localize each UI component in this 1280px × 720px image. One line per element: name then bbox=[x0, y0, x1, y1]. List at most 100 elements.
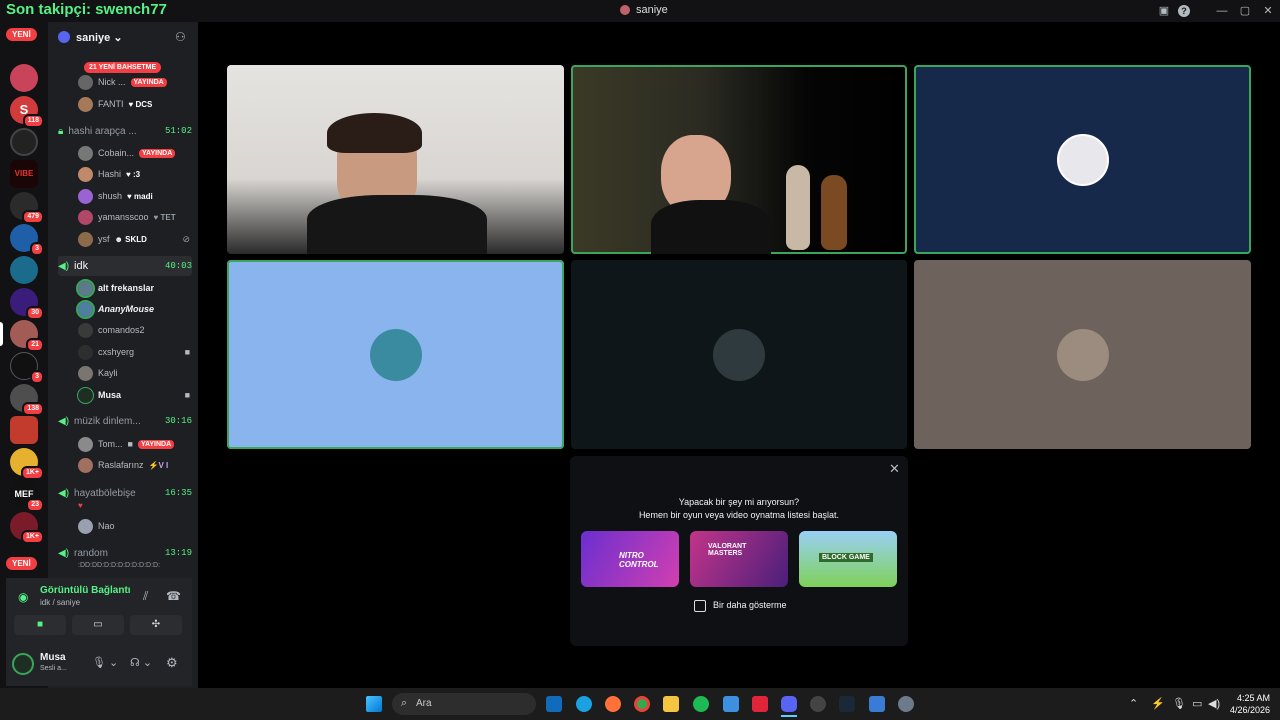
self-avatar[interactable] bbox=[12, 653, 34, 675]
badge: 3 bbox=[30, 370, 44, 384]
video-tile-webcam-2[interactable] bbox=[571, 65, 907, 254]
voice-user[interactable]: Hashi ♥ :3 bbox=[78, 165, 190, 183]
voice-user[interactable]: ysf ☻ SKLD ⊘ bbox=[78, 230, 190, 248]
spotify-icon[interactable] bbox=[693, 696, 709, 712]
microphone-icon[interactable]: 🎙︎ ⌄ bbox=[92, 656, 118, 669]
windows-start-icon[interactable] bbox=[366, 696, 382, 712]
app-icon[interactable] bbox=[723, 696, 739, 712]
voice-user[interactable]: Raslafarınz ⚡V I bbox=[78, 456, 190, 474]
voice-user[interactable]: Cobain... YAYINDA bbox=[78, 144, 190, 162]
taskbar-search[interactable]: ⌕ Ara bbox=[392, 693, 536, 715]
voice-user[interactable]: cxshyerg ■ bbox=[78, 343, 190, 361]
new-badge-top[interactable]: YENİ bbox=[6, 28, 37, 41]
server-avatar[interactable]: 138 bbox=[10, 384, 44, 416]
server-simpsons[interactable]: 1K+ bbox=[10, 448, 44, 480]
voice-user[interactable]: Nao bbox=[78, 517, 190, 535]
firefox-icon[interactable] bbox=[605, 696, 621, 712]
app-icon[interactable] bbox=[869, 696, 885, 712]
server-snow[interactable] bbox=[10, 256, 38, 284]
voice-channel-muzik[interactable]: ◀︎) müzik dinlem... 30:16 bbox=[58, 412, 192, 430]
screen-share-button[interactable]: ▭ bbox=[72, 615, 124, 635]
add-user-icon[interactable]: ⚇ bbox=[175, 30, 186, 44]
mentions-banner[interactable]: 21 YENİ BAHSETME bbox=[84, 62, 162, 73]
settings-icon[interactable] bbox=[898, 696, 914, 712]
guild-name[interactable]: saniye ⌄ bbox=[76, 31, 123, 44]
avatar bbox=[76, 278, 95, 298]
self-name[interactable]: Musa bbox=[40, 652, 66, 663]
activity-card[interactable]: BLOCK GAME bbox=[799, 531, 897, 587]
server-circle[interactable] bbox=[10, 128, 38, 156]
dont-show-checkbox[interactable] bbox=[694, 600, 706, 612]
user-avatar bbox=[1056, 328, 1109, 381]
voice-channel-hashi[interactable]: 🔒︎ hashi arapça ... 51:02 bbox=[58, 122, 192, 140]
activity-card[interactable]: NITRO CONTROL bbox=[581, 531, 679, 587]
server-bird[interactable]: 3 bbox=[10, 224, 44, 256]
file-explorer-icon[interactable] bbox=[663, 696, 679, 712]
server-person[interactable]: 3 bbox=[10, 352, 44, 384]
voice-channel-idk[interactable]: ◀︎) idk 40:03 bbox=[58, 256, 192, 276]
badge: 138 bbox=[22, 402, 44, 416]
server-star[interactable]: 479 bbox=[10, 192, 44, 224]
server-red[interactable]: 1K+ bbox=[10, 512, 44, 544]
inbox-icon[interactable]: ▣ bbox=[1156, 3, 1172, 19]
server-saniye[interactable]: 21 bbox=[10, 320, 44, 352]
outlook-icon[interactable] bbox=[546, 696, 562, 712]
network-icon[interactable]: ▭ bbox=[1192, 697, 1202, 710]
headset-icon[interactable]: ☊ ⌄ bbox=[130, 656, 152, 669]
voice-user[interactable]: Kayli bbox=[78, 364, 190, 382]
dont-show-label[interactable]: Bir daha gösterme bbox=[713, 600, 787, 610]
voice-user[interactable]: AnanyMouse bbox=[76, 299, 190, 319]
voice-user[interactable]: comandos2 bbox=[78, 321, 190, 339]
voice-user[interactable]: Nick ... YAYINDA bbox=[78, 73, 190, 91]
noise-suppression-icon[interactable]: ⫽ bbox=[143, 589, 148, 604]
app-icon[interactable] bbox=[752, 696, 768, 712]
video-tile-webcam-1[interactable] bbox=[227, 65, 564, 254]
live-badge: YAYINDA bbox=[137, 439, 175, 449]
maximize-icon[interactable]: ▢ bbox=[1237, 3, 1253, 19]
avatar bbox=[78, 145, 93, 161]
video-tile-avatar[interactable] bbox=[227, 260, 564, 449]
minimize-icon[interactable]: — bbox=[1214, 3, 1230, 19]
video-tile-avatar[interactable] bbox=[914, 260, 1251, 449]
disconnect-icon[interactable]: ☎ bbox=[166, 589, 181, 603]
camera-button[interactable]: ■ bbox=[14, 615, 66, 635]
close-icon[interactable]: ✕ bbox=[1260, 3, 1276, 19]
new-badge-bottom[interactable]: YENİ bbox=[6, 557, 37, 570]
tray-microphone-icon[interactable]: 🎙︎ bbox=[1172, 697, 1186, 710]
steam-icon[interactable] bbox=[839, 696, 855, 712]
help-icon[interactable]: ? bbox=[1178, 5, 1190, 17]
server-purple[interactable]: 30 bbox=[10, 288, 44, 320]
settings-gear-icon[interactable]: ⚙ bbox=[166, 655, 178, 671]
video-tile-avatar[interactable] bbox=[914, 65, 1251, 254]
voice-status[interactable]: Görüntülü Bağlantı K bbox=[40, 585, 132, 596]
volume-icon[interactable]: ◀︎) bbox=[1208, 697, 1220, 710]
voice-user[interactable]: Tom... ■ YAYINDA bbox=[78, 435, 190, 453]
user-avatar bbox=[1056, 133, 1109, 186]
close-icon[interactable]: ✕ bbox=[889, 461, 900, 477]
voice-channel-random[interactable]: ◀︎) random 13:19 bbox=[58, 544, 192, 562]
voice-user[interactable]: alt frekanslar bbox=[76, 278, 190, 298]
video-tile-avatar[interactable] bbox=[571, 260, 907, 449]
server-vibe[interactable]: VIBE bbox=[10, 160, 38, 188]
voice-channel-hayat[interactable]: ◀︎) hayatbölebişe 16:35 bbox=[58, 484, 192, 502]
voice-user[interactable]: Musa ■ bbox=[77, 386, 190, 404]
server-s[interactable]: S 118 bbox=[10, 96, 44, 128]
server-eye[interactable] bbox=[10, 64, 38, 92]
server-mef[interactable]: MEF 23 bbox=[10, 480, 44, 512]
activities-button[interactable]: ✣ bbox=[130, 615, 182, 635]
chrome-icon[interactable] bbox=[634, 696, 650, 712]
tray-overflow-icon[interactable]: ⌃ bbox=[1129, 697, 1138, 710]
clock-date[interactable]: 4/26/2026 bbox=[1222, 705, 1270, 715]
voice-user[interactable]: FANTI ♥ DCS bbox=[78, 95, 190, 113]
voice-user[interactable]: yamansscoo ♥ TET bbox=[78, 208, 190, 226]
clock-time[interactable]: 4:25 AM bbox=[1226, 693, 1270, 703]
activity-card[interactable]: VALORANT MASTERS bbox=[690, 531, 788, 587]
voice-user[interactable]: shush ♥ madi bbox=[78, 187, 190, 205]
app-icon[interactable] bbox=[810, 696, 826, 712]
server-game[interactable] bbox=[10, 416, 38, 444]
avatar bbox=[78, 166, 93, 182]
discord-icon[interactable] bbox=[781, 696, 797, 712]
voice-location[interactable]: idk / saniye bbox=[40, 598, 80, 607]
tray-app-icon[interactable]: ⚡ bbox=[1151, 697, 1165, 710]
edge-icon[interactable] bbox=[576, 696, 592, 712]
